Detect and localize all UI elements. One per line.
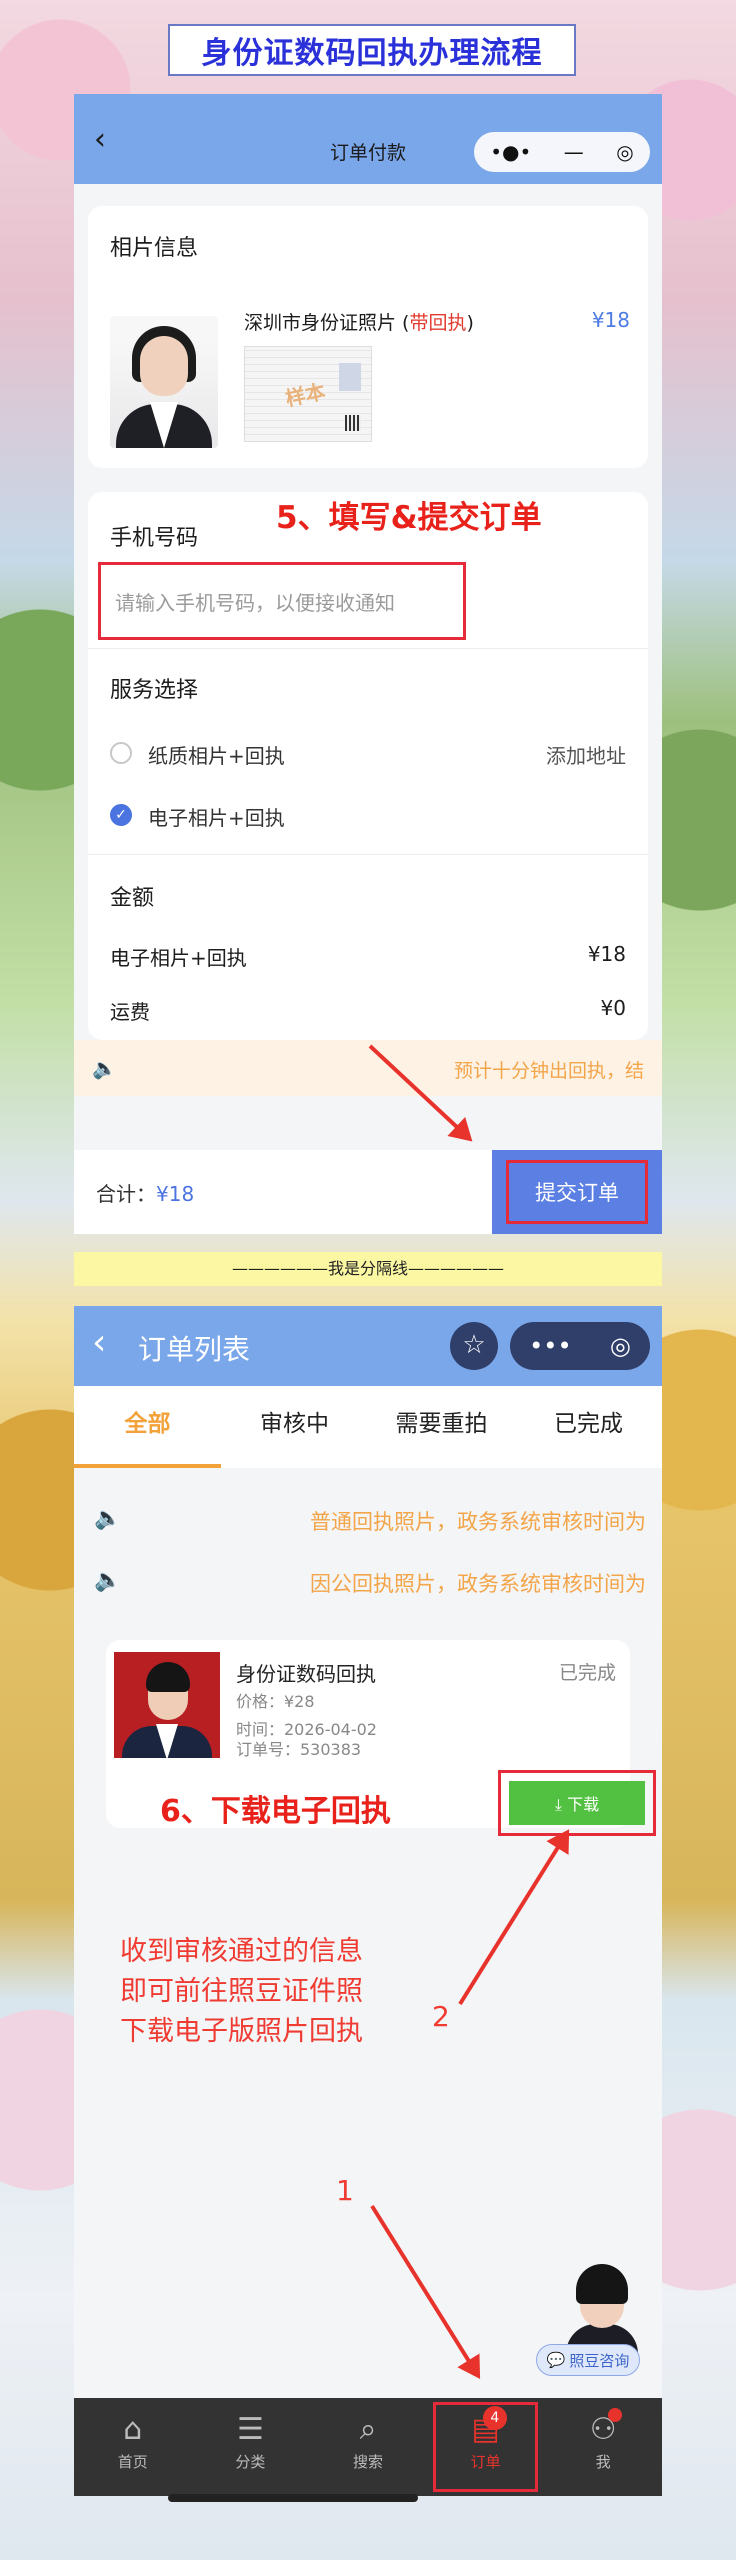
arrow-to-download — [458, 1833, 568, 2006]
chat-icon: 💬 — [546, 2351, 566, 2369]
close-icon[interactable]: ◎ — [610, 1332, 631, 1360]
close-icon[interactable]: ◎ — [616, 140, 633, 164]
notice-text: 预计十分钟出回执，结 — [453, 1060, 644, 1082]
service-label: 服务选择 — [110, 678, 199, 703]
order-form-card: 手机号码 5、填写&提交订单 请输入手机号码，以便接收通知 服务选择 纸质相片+… — [88, 492, 648, 1040]
phone-placeholder: 请输入手机号码，以便接收通知 — [115, 590, 395, 615]
consult-button[interactable]: 💬 照豆咨询 — [536, 2344, 640, 2376]
tab-reviewing[interactable]: 审核中 — [221, 1386, 368, 1468]
more-icon[interactable]: ••• — [529, 1332, 571, 1360]
submit-area: 提交订单 — [492, 1150, 662, 1234]
separator-line: ——————我是分隔线—————— — [74, 1252, 662, 1286]
user-icon: ⚇ — [589, 2412, 617, 2447]
search-icon: ⌕ — [359, 2412, 377, 2447]
amount-item-value: ¥18 — [587, 942, 626, 966]
shipping-name: 运费 — [110, 1000, 150, 1024]
sample-watermark: 样本 — [283, 379, 328, 411]
receipt-sample-image: 样本 — [244, 346, 372, 442]
nav-title: 订单列表 — [138, 1333, 251, 1366]
tabbar-home[interactable]: ⌂ 首页 — [74, 2398, 192, 2496]
radio-electronic[interactable]: ✓ — [110, 804, 132, 826]
tabbar-me[interactable]: ⚇ 我 — [544, 2398, 662, 2496]
tabbar-category[interactable]: ☰ 分类 — [192, 2398, 310, 2496]
order-payment-screen: ‹ 订单付款 •●• — ◎ 相片信息 深圳市身份证照片 (带回执) ¥18 样… — [74, 94, 662, 1234]
mini-program-capsule[interactable]: ••• ◎ — [510, 1322, 650, 1370]
nav-bar: ‹ 订单列表 ☆ ••• ◎ — [74, 1306, 662, 1386]
photo-info-card: 相片信息 深圳市身份证照片 (带回执) ¥18 样本 — [88, 206, 648, 468]
mini-program-capsule[interactable]: •●• — ◎ — [474, 132, 650, 172]
amount-item-name: 电子相片+回执 — [110, 946, 247, 970]
total-amount: 合计：¥18 — [96, 1182, 195, 1206]
amount-label: 金额 — [110, 886, 155, 911]
arrow-to-order-tab — [370, 2204, 479, 2375]
order-number: 订单号：530383 — [236, 1740, 362, 1759]
notice-text: 因公回执照片，政务系统审核时间为 — [310, 1572, 646, 1596]
marker-1: 1 — [336, 2174, 354, 2207]
product-tag: 带回执 — [409, 312, 467, 334]
page-title-text: 身份证数码回执办理流程 — [201, 36, 543, 71]
home-indicator — [168, 2494, 418, 2502]
product-name: 深圳市身份证照片 (带回执) — [244, 312, 474, 334]
id-photo-thumbnail — [110, 316, 218, 448]
instruction-text: 收到审核通过的信息 即可前往照豆证件照 下载电子版照片回执 — [120, 1936, 363, 2047]
step6-annotation: 6、下载电子回执 — [160, 1794, 391, 1829]
back-icon[interactable]: ‹ — [92, 1322, 106, 1363]
divider — [88, 854, 648, 855]
tabbar-search[interactable]: ⌕ 搜索 — [309, 2398, 427, 2496]
notice-text: 普通回执照片，政务系统审核时间为 — [310, 1510, 646, 1534]
tab-retake[interactable]: 需要重拍 — [368, 1386, 515, 1468]
step5-annotation: 5、填写&提交订单 — [276, 500, 542, 536]
add-address-link[interactable]: 添加地址 — [546, 740, 626, 769]
order-title: 身份证数码回执 — [236, 1662, 376, 1686]
tabbar-order[interactable]: ▤ 订单 4 — [427, 2398, 545, 2496]
marker-2: 2 — [432, 2000, 450, 2033]
tab-completed[interactable]: 已完成 — [515, 1386, 662, 1468]
bottom-tab-bar: ⌂ 首页 ☰ 分类 ⌕ 搜索 ▤ 订单 4 ⚇ 我 — [74, 2398, 662, 2496]
radio-paper[interactable] — [110, 742, 132, 764]
divider — [88, 648, 648, 649]
category-icon: ☰ — [236, 2412, 264, 2447]
order-price: 价格：¥28 — [236, 1692, 315, 1711]
order-photo-thumbnail — [114, 1652, 220, 1758]
checkout-bar: 合计：¥18 提交订单 — [74, 1150, 662, 1234]
product-price: ¥18 — [591, 308, 630, 332]
phone-input[interactable]: 请输入手机号码，以便接收通知 — [98, 562, 466, 640]
favorite-star-icon[interactable]: ☆ — [450, 1322, 498, 1370]
speaker-icon: 🔈 — [92, 1056, 117, 1080]
notice-bar: 🔈 因公回执照片，政务系统审核时间为 — [74, 1552, 662, 1612]
order-list-screen: ‹ 订单列表 ☆ ••• ◎ 全部 审核中 需要重拍 已完成 🔈 普通回执照片，… — [74, 1306, 662, 2496]
nav-bar: ‹ 订单付款 •●• — ◎ — [74, 94, 662, 184]
phone-label: 手机号码 — [110, 526, 199, 551]
submit-order-button[interactable]: 提交订单 — [506, 1160, 648, 1224]
page-title: 身份证数码回执办理流程 — [168, 24, 576, 76]
photo-info-label: 相片信息 — [110, 236, 199, 261]
download-button[interactable]: ⤓ 下载 — [509, 1781, 645, 1825]
shipping-value: ¥0 — [600, 996, 626, 1020]
minimize-icon[interactable]: — — [564, 140, 584, 164]
order-tabs: 全部 审核中 需要重拍 已完成 — [74, 1386, 662, 1468]
option-paper[interactable]: 纸质相片+回执 — [148, 740, 285, 769]
notice-bar: 🔈 普通回执照片，政务系统审核时间为 — [74, 1490, 662, 1550]
tab-all[interactable]: 全部 — [74, 1386, 221, 1468]
speaker-icon: 🔈 — [94, 1568, 122, 1593]
download-highlight: ⤓ 下载 — [498, 1770, 656, 1836]
order-status: 已完成 — [558, 1662, 616, 1684]
home-icon: ⌂ — [123, 2412, 143, 2447]
notice-bar: 🔈 预计十分钟出回执，结 — [74, 1040, 662, 1096]
more-icon[interactable]: •●• — [490, 140, 531, 164]
order-badge: 4 — [482, 2406, 507, 2430]
speaker-icon: 🔈 — [94, 1506, 122, 1531]
option-electronic[interactable]: 电子相片+回执 — [148, 802, 285, 831]
